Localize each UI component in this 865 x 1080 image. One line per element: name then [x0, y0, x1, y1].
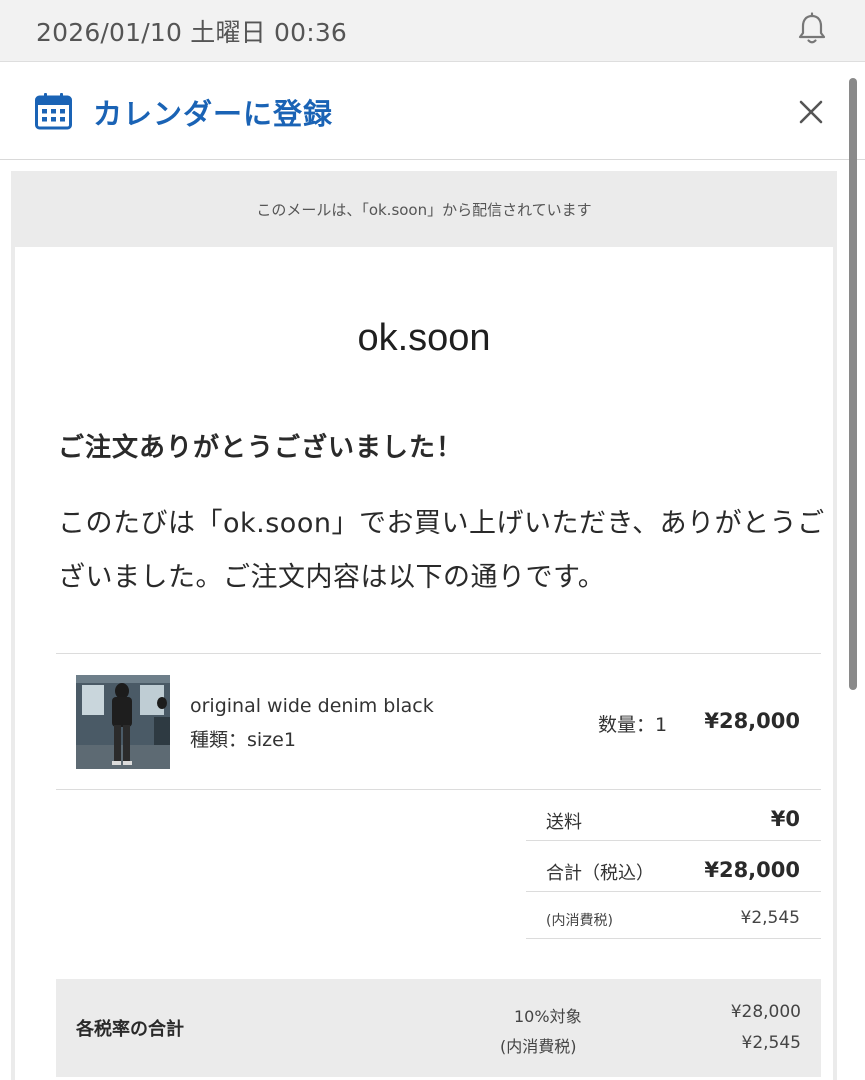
tax-rate-summary: 各税率の合計 10%対象 ¥28,000 (内消費税) ¥2,545	[56, 979, 821, 1077]
product-thumbnail[interactable]	[76, 675, 170, 769]
included-tax-label: (内消費税)	[546, 913, 613, 929]
scrollbar[interactable]	[849, 78, 857, 690]
shipping-label: 送料	[546, 812, 582, 833]
total-value: ¥28,000	[704, 858, 800, 882]
included-tax-value: ¥2,545	[740, 908, 800, 928]
divider	[526, 891, 821, 892]
product-price: ¥28,000	[704, 709, 800, 733]
email-notice: このメールは、「ok.soon」から配信されています	[256, 200, 592, 219]
divider	[56, 653, 821, 654]
shipping-value: ¥0	[770, 807, 800, 831]
product-quantity: 数量：1	[598, 714, 668, 736]
bell-icon[interactable]	[796, 12, 828, 46]
status-bar: 2026/01/10 土曜日 00:36	[0, 0, 865, 62]
email-container: このメールは、「ok.soon」から配信されています ok.soon ご注文あり…	[11, 171, 837, 1080]
close-icon[interactable]	[798, 99, 824, 125]
total-label: 合計（税込）	[546, 863, 654, 884]
product-photo	[76, 675, 170, 769]
order-intro-text: このたびは「ok.soon」でお買い上げいただき、ありがとうございました。ご注文…	[58, 508, 825, 593]
status-datetime: 2026/01/10 土曜日 00:36	[36, 18, 348, 47]
calendar-header: カレンダーに登録	[0, 63, 865, 160]
product-name[interactable]: original wide denim black	[190, 695, 434, 717]
tax-rate-value: ¥28,000	[730, 1002, 801, 1022]
divider	[526, 840, 821, 841]
add-to-calendar-link[interactable]: カレンダーに登録	[93, 91, 333, 133]
tax-rate-title: 各税率の合計	[76, 1019, 184, 1040]
email-card: ok.soon ご注文ありがとうございました！ このたびは「ok.soon」でお…	[15, 247, 833, 1080]
shop-brand: ok.soon	[357, 317, 491, 359]
product-variant: 種類：size1	[190, 729, 296, 751]
divider	[56, 789, 821, 790]
tax-rate-included-label: (内消費税)	[500, 1037, 577, 1056]
divider	[526, 938, 821, 939]
tax-rate-included-value: ¥2,545	[741, 1033, 801, 1053]
thanks-heading: ご注文ありがとうございました！	[58, 433, 464, 463]
calendar-icon[interactable]	[35, 92, 72, 130]
tax-rate-label: 10%対象	[514, 1007, 582, 1026]
